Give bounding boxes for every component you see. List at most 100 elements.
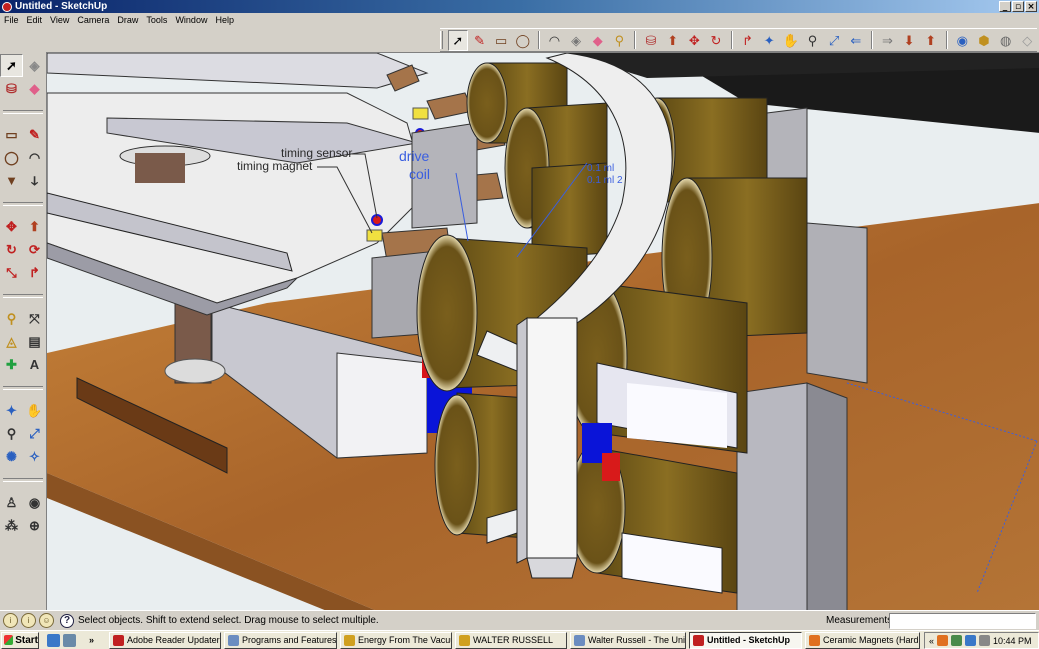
menu-file[interactable]: File: [0, 15, 23, 25]
pencil-tool-button[interactable]: ✎: [470, 30, 490, 51]
user-icon[interactable]: ☺: [39, 613, 54, 628]
label-timing-magnet: timing magnet: [237, 159, 313, 173]
start-button[interactable]: Start: [1, 631, 39, 649]
move-tool-button[interactable]: ✥: [0, 215, 23, 238]
freehand-tool-button[interactable]: ↆ: [23, 169, 46, 192]
clock: 10:44 PM: [993, 635, 1032, 646]
eraser-tool-button[interactable]: ◆: [588, 30, 608, 51]
zoom-tool-button[interactable]: ⚲: [0, 422, 23, 445]
taskbar-item[interactable]: Energy From The Vacuum: [340, 631, 453, 649]
circle-tool-button[interactable]: ◯: [0, 146, 23, 169]
drawing-viewport[interactable]: timing sensor timing magnet drive coil 0…: [46, 52, 1039, 610]
rectangle-tool-button[interactable]: ▭: [0, 123, 23, 146]
zoom-extents-tool-button[interactable]: ⤢: [824, 30, 844, 51]
taskbar-item[interactable]: WALTER RUSSELL: [455, 631, 568, 649]
zoom-icon: ⚲: [807, 32, 818, 48]
pan-tool-button[interactable]: ✋: [781, 30, 801, 51]
make-component-tool-button[interactable]: ◈: [566, 30, 586, 51]
tray-expand-icon[interactable]: «: [929, 636, 934, 646]
paint-bucket-tool-button[interactable]: ⛁: [641, 30, 661, 51]
extension-tool-button[interactable]: ◍: [996, 30, 1016, 51]
eraser-tool-button[interactable]: ◆: [23, 77, 46, 100]
pencil-icon: ✎: [474, 32, 485, 48]
previous-view-tool-button[interactable]: ✧: [23, 445, 46, 468]
rectangle-tool-button[interactable]: ▭: [491, 30, 511, 51]
section-plane-tool-button[interactable]: ⊕: [23, 514, 46, 537]
browser-icon[interactable]: [47, 633, 60, 647]
position-camera-tool-button[interactable]: ♙: [0, 491, 23, 514]
push-pull-icon: ⬆: [667, 32, 679, 48]
tape-measure-tool-button[interactable]: ⚲: [610, 30, 630, 51]
arc-tool-button[interactable]: ◠: [545, 30, 565, 51]
next-view-tool-button[interactable]: ⇒: [878, 30, 898, 51]
menu-edit[interactable]: Edit: [23, 15, 47, 25]
geo-location-icon[interactable]: i: [3, 613, 18, 628]
pan-tool-button[interactable]: ✋: [23, 399, 46, 422]
axes-tool-button[interactable]: ✚: [0, 353, 23, 376]
paint-bucket-tool-button[interactable]: ⛁: [0, 77, 23, 100]
offset-tool-button[interactable]: ↱: [23, 261, 46, 284]
protractor-tool-button[interactable]: ◬: [0, 330, 23, 353]
measurements-input[interactable]: [889, 613, 1036, 629]
select-tool-button[interactable]: ➚: [0, 54, 23, 77]
previous-view-tool-button[interactable]: ⇐: [846, 30, 866, 51]
polygon-tool-button[interactable]: ▼: [0, 169, 23, 192]
menu-view[interactable]: View: [46, 15, 73, 25]
zoom-window-tool-button[interactable]: ⤢: [23, 422, 46, 445]
tray-volume-icon[interactable]: [979, 635, 991, 646]
maximize-button[interactable]: ▫: [1012, 1, 1024, 12]
orbit-tool-button[interactable]: ✦: [759, 30, 779, 51]
desktop-icon[interactable]: [63, 633, 76, 647]
tray-network-icon[interactable]: [951, 635, 963, 646]
push-pull-tool-button[interactable]: ⬆: [23, 215, 46, 238]
select-tool-button[interactable]: ➚: [447, 29, 468, 51]
menu-window[interactable]: Window: [171, 15, 211, 25]
follow-me-tool-button[interactable]: ⟳: [23, 238, 46, 261]
menu-tools[interactable]: Tools: [142, 15, 171, 25]
taskbar-item[interactable]: Programs and Features: [224, 631, 338, 649]
walk-tool-button[interactable]: ⁂: [0, 514, 23, 537]
rotate-tool-button[interactable]: ↻: [0, 238, 23, 261]
share-component-tool-button[interactable]: ◉: [953, 30, 973, 51]
rotate-tool-button[interactable]: ↻: [706, 30, 726, 51]
make-component-tool-button[interactable]: ◈: [23, 54, 46, 77]
move-tool-button[interactable]: ✥: [684, 30, 704, 51]
credits-icon[interactable]: i: [21, 613, 36, 628]
tape-measure-tool-button[interactable]: ⚲: [0, 307, 23, 330]
tray-app-icon[interactable]: [937, 635, 949, 646]
tray-security-icon[interactable]: [965, 635, 977, 646]
arc-tool-button[interactable]: ◠: [23, 146, 46, 169]
text-tool-button[interactable]: ▤: [23, 330, 46, 353]
large-tool-set: ➚ ◈ ⛁ ◆ ▭ ✎ ◯ ◠ ▼ ↆ ✥ ⬆ ↻ ⟳ ⤡ ↱ ⚲ ⤧ ◬ ▤ ✚ A ✦ ✋ ⚲ ⤢ ✺ ✧ ♙ ◉ ⁂ ⊕: [0, 54, 46, 610]
menu-camera[interactable]: Camera: [73, 15, 113, 25]
taskbar-item[interactable]: Untitled - SketchUp: [689, 631, 803, 649]
orbit-tool-button[interactable]: ✦: [0, 399, 23, 422]
dimension-tool-button[interactable]: ⤧: [23, 307, 46, 330]
line-tool-button[interactable]: ✎: [23, 123, 46, 146]
model-canvas[interactable]: [47, 53, 1039, 610]
close-button[interactable]: ×: [1025, 1, 1037, 12]
taskbar-item[interactable]: Walter Russell - The Uni...: [570, 631, 687, 649]
zoom-tool-button[interactable]: ⚲: [803, 30, 823, 51]
taskbar-item[interactable]: Adobe Reader Updater: [109, 631, 222, 649]
get-models-tool-button[interactable]: ⬇: [899, 30, 919, 51]
tape-measure-icon: ⚲: [6, 311, 17, 326]
label-coil: coil: [409, 166, 431, 182]
look-around-tool-button[interactable]: ◉: [23, 491, 46, 514]
menu-help[interactable]: Help: [211, 15, 238, 25]
minimize-button[interactable]: _: [999, 1, 1011, 12]
zoom-extents-tool-button[interactable]: ✺: [0, 445, 23, 468]
offset-tool-button[interactable]: ↱: [738, 30, 758, 51]
quick-launch-more-icon[interactable]: »: [89, 635, 94, 645]
get-photo-texture-tool-button[interactable]: ⬢: [974, 30, 994, 51]
layers-tool-button[interactable]: ◇: [1017, 30, 1037, 51]
taskbar-item[interactable]: Ceramic Magnets (Hard ...: [805, 631, 921, 649]
toolbar-grip[interactable]: [440, 31, 443, 49]
push-pull-tool-button[interactable]: ⬆: [663, 30, 683, 51]
scale-tool-button[interactable]: ⤡: [0, 261, 23, 284]
help-icon[interactable]: ?: [60, 613, 74, 628]
share-model-tool-button[interactable]: ⬆: [921, 30, 941, 51]
3d-text-tool-button[interactable]: A: [23, 353, 46, 376]
menu-draw[interactable]: Draw: [113, 15, 142, 25]
circle-tool-button[interactable]: ◯: [513, 30, 533, 51]
